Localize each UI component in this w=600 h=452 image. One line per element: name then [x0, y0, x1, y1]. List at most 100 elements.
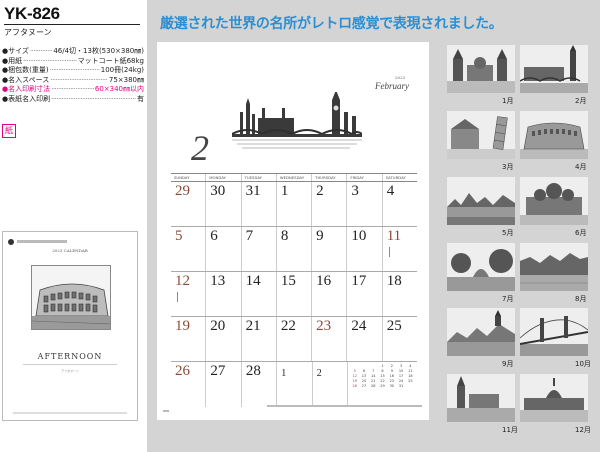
day-cell: 2	[312, 182, 348, 226]
mini-calendar-day: 28	[371, 384, 376, 388]
day-cell: 25	[383, 317, 417, 361]
day-cell: 27	[206, 362, 242, 407]
day-cell: 4	[383, 182, 417, 226]
gallery-month-label: 1月	[502, 97, 514, 105]
day-number: 14	[245, 273, 261, 289]
weekday-label: TUESDAY	[242, 174, 277, 181]
spec-row: ●表紙名入印刷 ·································…	[2, 95, 144, 105]
day-number: 16	[316, 273, 332, 289]
spec-row: ●サイズ····································…	[2, 47, 144, 57]
spec-value: マットコート紙68kg	[77, 56, 144, 65]
paper-badge: 紙	[2, 124, 16, 138]
day-number: 30	[210, 183, 226, 199]
day-cell: 31	[242, 182, 277, 226]
cover-thumbnail: 2023 CALENDAR AFTERNOON アフタヌーン	[2, 231, 138, 421]
day-number: 6	[210, 228, 218, 244]
model-number: YK-826	[4, 4, 60, 23]
day-cell: 18	[383, 272, 417, 316]
day-cell: 30	[206, 182, 242, 226]
day-cell: 7	[242, 227, 277, 271]
day-cell: 9	[312, 227, 348, 271]
weekday-label: MONDAY	[206, 174, 242, 181]
mini-calendar-day: 31	[398, 384, 404, 388]
weekday-label: FRIDAY	[347, 174, 383, 181]
calendar-grid: SUNDAY MONDAY TUESDAY WEDNESDAY THURSDAY FRID…	[171, 173, 417, 407]
day-number: 7	[245, 228, 254, 244]
spec-leader: ········································…	[49, 66, 100, 75]
spec-row: ●梱包数(重量)································…	[2, 66, 144, 76]
spec-key: ●サイズ	[2, 47, 29, 55]
gallery-westminster-illustration	[520, 45, 588, 93]
spec-value: 46/4切・13枚(530×380㎜)	[53, 47, 144, 55]
day-cell: 26	[171, 362, 207, 407]
day-number: 27	[210, 363, 226, 379]
gallery-month-label: 12月	[575, 426, 591, 434]
day-number: 28	[245, 363, 261, 379]
gallery-park-illustration	[447, 243, 515, 291]
day-cell: 13	[206, 272, 242, 316]
day-number: 25	[386, 318, 402, 334]
spec-value: 60×340㎜以内	[94, 85, 144, 94]
day-cell: 20	[206, 317, 242, 361]
sheet-month-number: 2	[191, 128, 209, 168]
weekday-header-row: SUNDAY MONDAY TUESDAY WEDNESDAY THURSDAY FRID…	[171, 174, 417, 182]
day-number: 2	[316, 183, 324, 199]
day-cell: 14	[242, 272, 277, 316]
day-number: 19	[175, 318, 190, 334]
spec-key: ●梱包数(重量)	[2, 66, 49, 75]
day-number: 11	[386, 228, 402, 244]
gallery-month-label: 10月	[575, 360, 591, 368]
day-cell: 11	[383, 227, 417, 271]
day-cell: 21	[242, 317, 277, 361]
gallery-month-label: 7月	[502, 295, 514, 303]
day-number: 29	[175, 183, 190, 199]
day-number: 15	[280, 273, 296, 289]
gallery-month-label: 8月	[575, 295, 587, 303]
calendar-sheet: 2023 February 2 SUNDAY MONDAY TUESDAY WEDNE…	[157, 42, 429, 420]
week-row: 26 27 28 1 2 1 2 3 4 5 6 7 8 9 10 11 12 13 14 15 16 17 18 19 20 2…	[171, 362, 417, 407]
spec-list: ●サイズ····································…	[2, 47, 144, 105]
day-number: 17	[351, 273, 367, 289]
week-row: 5 6 7 8 9 10 11	[171, 227, 417, 272]
day-number: 4	[386, 183, 395, 199]
mini-calendar: 1 2 3 4 5 6 7 8 9 10 11 12 13 14 15 16 17 18 19 20 21 22 23 24 2…	[350, 364, 415, 389]
day-cell: 28	[242, 362, 278, 407]
gallery-colosseum-illustration	[520, 111, 588, 159]
weekday-label: WEDNESDAY	[277, 174, 313, 181]
day-number: 23	[316, 318, 332, 334]
gallery-castle-illustration	[447, 308, 515, 356]
spec-key: ●名入印刷寸法	[2, 85, 51, 94]
gallery-month-label: 4月	[575, 163, 587, 171]
gallery-month-label: 5月	[502, 229, 514, 237]
day-number: 31	[245, 183, 261, 199]
spec-row: ●名入スペース ·································…	[2, 76, 144, 86]
gallery-bridge-illustration	[520, 308, 588, 356]
day-number: 9	[316, 228, 324, 244]
day-cell: 10	[347, 227, 383, 271]
gallery-cityscape-illustration	[447, 177, 515, 225]
spec-leader: ········································…	[51, 85, 94, 94]
mini-calendar-day: 29	[380, 384, 385, 388]
day-cell: 5	[171, 227, 207, 271]
spec-leader: ········································…	[23, 56, 77, 65]
day-number: 24	[351, 318, 367, 334]
spec-row: ●名入印刷寸法·································…	[2, 85, 144, 95]
day-number: 3	[351, 183, 359, 199]
week-row: 19 20 21 22 23 24 25	[171, 317, 417, 362]
gallery-pisa-illustration	[447, 111, 515, 159]
gallery-month-label: 6月	[575, 229, 587, 237]
cover-header-text	[17, 240, 67, 243]
cover-year-label: 2023 CALENDAR	[52, 248, 88, 253]
gallery-month-label: 3月	[502, 163, 514, 171]
day-cell: 6	[206, 227, 242, 271]
day-cell: 1 2 3 4 5 6 7 8 9 10 11 12 13 14 15 16 17 18 19 20 21 22 23 24 2…	[348, 362, 417, 407]
sheet-month-name: February	[375, 81, 409, 91]
day-number: 12	[175, 273, 190, 289]
spec-leader: ········································…	[51, 94, 136, 103]
mini-calendar-row: 26 27 28 29 30 31	[350, 384, 415, 389]
sheet-footer-text	[267, 405, 422, 407]
day-number: 2	[316, 368, 322, 379]
day-cell: 22	[277, 317, 313, 361]
day-cell: 15	[277, 272, 313, 316]
holiday-mark	[388, 247, 390, 257]
